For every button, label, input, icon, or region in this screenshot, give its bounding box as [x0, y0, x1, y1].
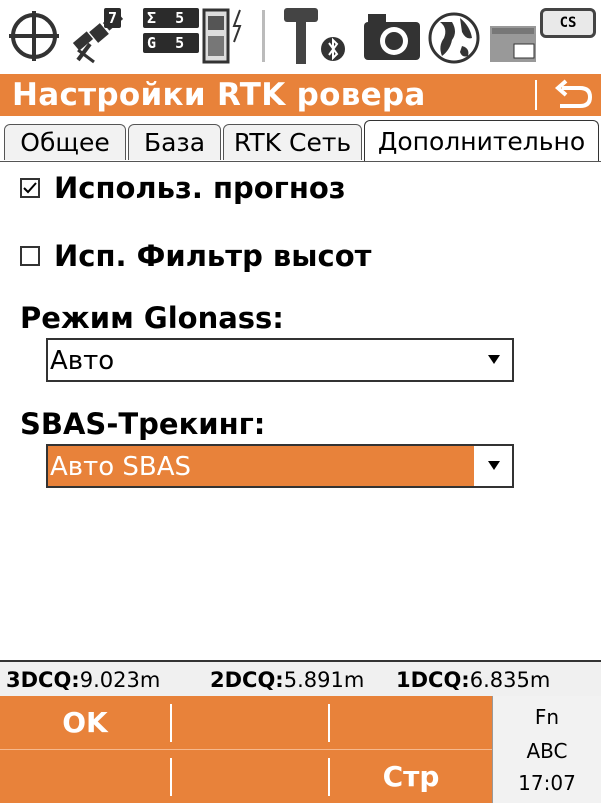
2d-cq-readout: 2DCQ:5.891m	[210, 664, 364, 696]
globe-icon[interactable]	[426, 10, 482, 66]
title-bar: Настройки RTK ровера	[0, 74, 601, 116]
glonass-count-box: G 5	[143, 33, 199, 53]
sigma-count: 5	[175, 9, 185, 27]
softkey-divider	[328, 758, 330, 796]
quality-info-line: 3DCQ:9.023m 2DCQ:5.891m 1DCQ:6.835m	[0, 660, 601, 696]
checkmark-icon	[23, 182, 37, 194]
bluetooth-icon[interactable]	[320, 34, 346, 64]
use-prediction-row[interactable]: Использ. прогноз	[20, 168, 420, 208]
softkey-row-divider	[0, 749, 492, 750]
softkey-divider	[170, 704, 172, 742]
sigma-count-box: Σ 5	[143, 8, 199, 28]
1d-cq-label: 1DCQ:	[396, 668, 470, 692]
tab-general[interactable]: Общее	[4, 124, 126, 160]
back-arrow-icon[interactable]	[548, 76, 596, 114]
1d-cq-value: 6.835m	[469, 668, 551, 692]
clock: 17:07	[518, 771, 576, 795]
glonass-label: G	[147, 34, 157, 52]
fn-indicator[interactable]: Fn	[493, 702, 601, 732]
softkey-f3[interactable]	[330, 696, 492, 749]
glonass-mode-dropdown[interactable]: Авто	[46, 338, 514, 382]
dropdown-arrow-button[interactable]	[474, 340, 512, 380]
softkey-f5[interactable]	[172, 750, 328, 803]
battery-icon[interactable]	[200, 6, 250, 68]
page-button[interactable]: Стр	[330, 750, 492, 803]
glonass-mode-value: Авто	[50, 346, 115, 376]
ok-button[interactable]: OK	[0, 696, 170, 749]
3d-cq-value: 9.023m	[79, 668, 161, 692]
status-divider	[262, 10, 265, 62]
softkey-divider	[328, 704, 330, 742]
3d-cq-label: 3DCQ:	[6, 668, 80, 692]
use-prediction-label: Использ. прогноз	[54, 171, 346, 205]
sbas-tracking-dropdown[interactable]: Авто SBAS	[46, 444, 514, 488]
tab-base[interactable]: База	[128, 124, 221, 160]
chevron-down-icon	[488, 355, 500, 364]
tab-advanced[interactable]: Дополнительно	[364, 120, 599, 162]
use-prediction-checkbox[interactable]	[20, 178, 40, 198]
2d-cq-value: 5.891m	[283, 668, 365, 692]
softkey-f4[interactable]	[0, 750, 170, 803]
title-divider	[535, 80, 537, 110]
sbas-tracking-value: Авто SBAS	[50, 452, 192, 482]
input-mode-indicator[interactable]: ABC	[493, 736, 601, 766]
softkey-divider	[170, 758, 172, 796]
sd-card-icon[interactable]	[488, 22, 540, 66]
3d-cq-readout: 3DCQ:9.023m	[6, 664, 160, 696]
height-filter-row[interactable]: Исп. Фильтр высот	[20, 236, 420, 276]
tab-underline	[0, 161, 601, 162]
page-title: Настройки RTK ровера	[12, 77, 426, 113]
chevron-down-icon	[488, 461, 500, 470]
1d-cq-readout: 1DCQ:6.835m	[396, 664, 550, 696]
system-status-box: Fn ABC 17:07	[492, 696, 601, 803]
status-bar: 7 Σ 5 G 5 CS	[0, 0, 601, 72]
softkey-bar: OK Стр	[0, 696, 492, 803]
glonass-mode-label: Режим Glonass:	[20, 301, 284, 335]
sat-visible-count: 7	[104, 8, 122, 28]
height-filter-checkbox[interactable]	[20, 246, 40, 266]
2d-cq-label: 2DCQ:	[210, 668, 284, 692]
tab-rtk-network[interactable]: RTK Сеть	[223, 124, 362, 160]
crosshair-icon[interactable]	[6, 8, 62, 64]
cs-badge[interactable]: CS	[540, 8, 596, 38]
softkey-f2[interactable]	[172, 696, 328, 749]
sbas-tracking-label: SBAS-Трекинг:	[20, 407, 266, 441]
sigma-label: Σ	[147, 9, 157, 27]
height-filter-label: Исп. Фильтр высот	[54, 239, 372, 273]
camera-icon[interactable]	[362, 10, 422, 64]
glonass-count: 5	[175, 34, 185, 52]
tab-bar: Общее База RTK Сеть Дополнительно	[0, 120, 601, 162]
dropdown-arrow-button[interactable]	[474, 446, 512, 486]
